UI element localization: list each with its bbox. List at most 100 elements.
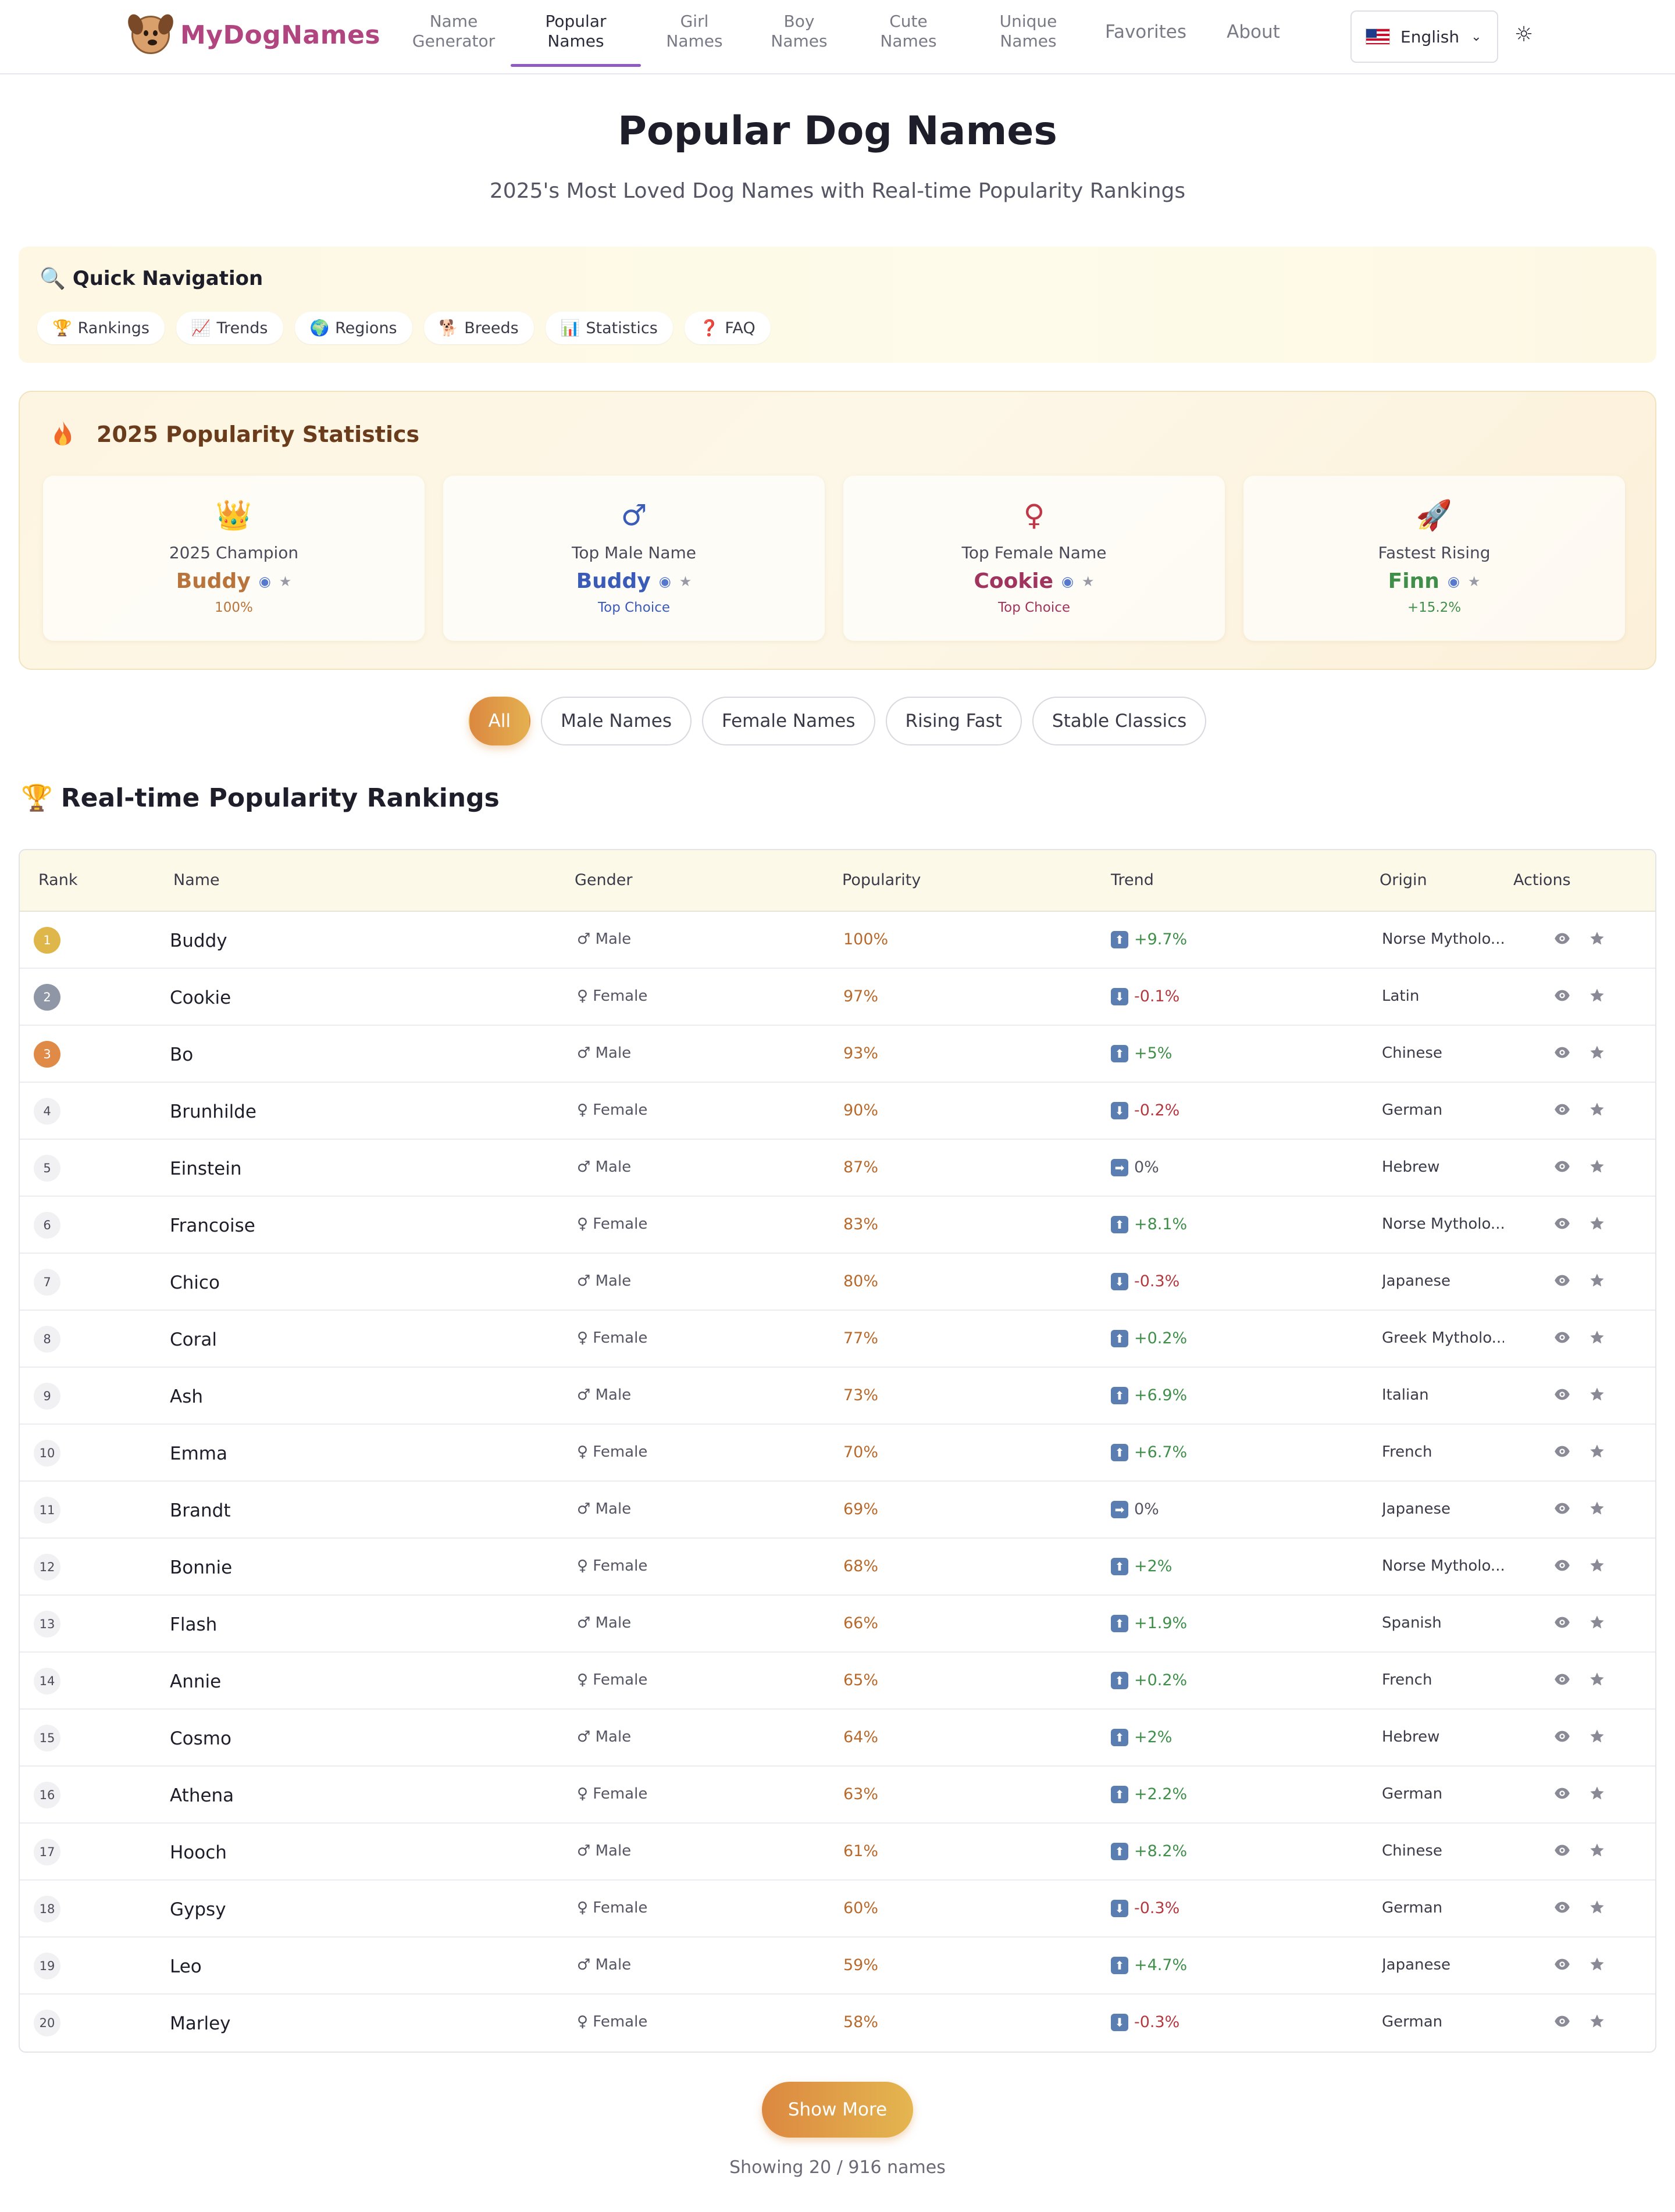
eye-icon[interactable]	[1553, 1043, 1571, 1062]
column-header-rank[interactable]: Rank	[38, 871, 77, 889]
eye-icon[interactable]	[1553, 1442, 1571, 1461]
table-row[interactable]: 8 Coral ♀ Female 77% ⬆ +0.2% Greek Mytholo...	[20, 1311, 1655, 1368]
nav-item-favorites[interactable]: Favorites	[1093, 22, 1198, 42]
eye-icon[interactable]	[1553, 1556, 1571, 1575]
star-icon[interactable]	[1588, 1670, 1606, 1689]
eye-icon[interactable]	[1553, 1955, 1571, 1974]
star-icon[interactable]	[1588, 1157, 1606, 1176]
table-row[interactable]: 17 Hooch ♂ Male 61% ⬆ +8.2% Chinese	[20, 1824, 1655, 1881]
nav-item-girl-names[interactable]: Girl Names	[648, 12, 741, 51]
dog-name[interactable]: Gypsy	[170, 1899, 226, 1920]
filter-male-names[interactable]: Male Names	[541, 697, 692, 745]
dog-name[interactable]: Coral	[170, 1329, 217, 1350]
eye-icon[interactable]	[1553, 1328, 1571, 1347]
language-selector[interactable]: English ⌄	[1350, 10, 1498, 63]
table-row[interactable]: 18 Gypsy ♀ Female 60% ⬇ -0.3% German	[20, 1881, 1655, 1938]
dog-name[interactable]: Buddy	[170, 930, 227, 951]
stat-name[interactable]: Buddy	[576, 569, 651, 593]
dog-name[interactable]: Brunhilde	[170, 1101, 256, 1122]
star-icon[interactable]	[1588, 1841, 1606, 1860]
table-row[interactable]: 19 Leo ♂ Male 59% ⬆ +4.7% Japanese	[20, 1938, 1655, 1995]
nav-item-boy-names[interactable]: Boy Names	[753, 12, 846, 51]
dog-name[interactable]: Cookie	[170, 987, 231, 1008]
eye-icon[interactable]	[1553, 1271, 1571, 1290]
star-icon[interactable]: ★	[279, 573, 292, 590]
filter-rising-fast[interactable]: Rising Fast	[885, 697, 1022, 745]
eye-icon[interactable]: ◉	[259, 573, 271, 590]
nav-item-cute-names[interactable]: Cute Names	[862, 12, 955, 51]
star-icon[interactable]: ★	[679, 573, 692, 590]
star-icon[interactable]	[1588, 1214, 1606, 1233]
chip-breeds[interactable]: 🐕 Breeds	[423, 312, 534, 344]
eye-icon[interactable]: ◉	[659, 573, 671, 590]
eye-icon[interactable]	[1553, 1157, 1571, 1176]
star-icon[interactable]	[1588, 2012, 1606, 2031]
star-icon[interactable]	[1588, 1271, 1606, 1290]
table-row[interactable]: 14 Annie ♀ Female 65% ⬆ +0.2% French	[20, 1653, 1655, 1710]
table-row[interactable]: 2 Cookie ♀ Female 97% ⬇ -0.1% Latin	[20, 969, 1655, 1026]
nav-item-unique-names[interactable]: Unique Names	[982, 12, 1075, 51]
column-header-origin[interactable]: Origin	[1380, 871, 1427, 889]
brand-logo[interactable]: MyDogNames	[125, 12, 380, 54]
dog-name[interactable]: Emma	[170, 1443, 227, 1464]
eye-icon[interactable]	[1553, 986, 1571, 1005]
star-icon[interactable]	[1588, 1955, 1606, 1974]
dog-name[interactable]: Marley	[170, 2013, 231, 2034]
star-icon[interactable]	[1588, 1898, 1606, 1917]
eye-icon[interactable]: ◉	[1448, 573, 1460, 590]
star-icon[interactable]	[1588, 1556, 1606, 1575]
chip-statistics[interactable]: 📊 Statistics	[545, 312, 673, 344]
table-row[interactable]: 3 Bo ♂ Male 93% ⬆ +5% Chinese	[20, 1026, 1655, 1083]
dog-name[interactable]: Hooch	[170, 1842, 227, 1863]
eye-icon[interactable]	[1553, 1841, 1571, 1860]
dog-name[interactable]: Annie	[170, 1671, 221, 1692]
star-icon[interactable]	[1588, 1100, 1606, 1119]
dog-name[interactable]: Francoise	[170, 1215, 255, 1236]
nav-item-name-generator[interactable]: Name Generator	[407, 12, 500, 51]
table-row[interactable]: 10 Emma ♀ Female 70% ⬆ +6.7% French	[20, 1425, 1655, 1482]
eye-icon[interactable]	[1553, 1214, 1571, 1233]
filter-stable-classics[interactable]: Stable Classics	[1032, 697, 1207, 745]
chip-rankings[interactable]: 🏆 Rankings	[37, 312, 165, 344]
eye-icon[interactable]	[1553, 929, 1571, 948]
column-header-popularity[interactable]: Popularity	[842, 871, 921, 889]
stat-name[interactable]: Buddy	[176, 569, 251, 593]
star-icon[interactable]: ★	[1082, 573, 1095, 590]
star-icon[interactable]	[1588, 1784, 1606, 1803]
table-row[interactable]: 7 Chico ♂ Male 80% ⬇ -0.3% Japanese	[20, 1254, 1655, 1311]
eye-icon[interactable]: ◉	[1061, 573, 1074, 590]
table-row[interactable]: 20 Marley ♀ Female 58% ⬇ -0.3% German	[20, 1995, 1655, 2052]
dog-name[interactable]: Athena	[170, 1785, 234, 1806]
dog-name[interactable]: Chico	[170, 1272, 220, 1293]
dog-name[interactable]: Bo	[170, 1044, 193, 1065]
star-icon[interactable]	[1588, 1727, 1606, 1746]
star-icon[interactable]	[1588, 1613, 1606, 1632]
table-row[interactable]: 15 Cosmo ♂ Male 64% ⬆ +2% Hebrew	[20, 1710, 1655, 1767]
show-more-button[interactable]: Show More	[762, 2082, 913, 2138]
eye-icon[interactable]	[1553, 1385, 1571, 1404]
filter-female-names[interactable]: Female Names	[701, 697, 875, 745]
eye-icon[interactable]	[1553, 1499, 1571, 1518]
table-row[interactable]: 13 Flash ♂ Male 66% ⬆ +1.9% Spanish	[20, 1596, 1655, 1653]
dog-name[interactable]: Brandt	[170, 1500, 231, 1521]
dog-name[interactable]: Leo	[170, 1956, 202, 1977]
chip-trends[interactable]: 📈 Trends	[176, 312, 283, 344]
column-header-name[interactable]: Name	[173, 871, 220, 889]
table-row[interactable]: 12 Bonnie ♀ Female 68% ⬆ +2% Norse Mytholo...	[20, 1539, 1655, 1596]
column-header-gender[interactable]: Gender	[575, 871, 633, 889]
chip-regions[interactable]: 🌍 Regions	[294, 312, 412, 344]
star-icon[interactable]	[1588, 1385, 1606, 1404]
theme-toggle-sun-icon[interactable]: ☼	[1512, 23, 1535, 47]
chip-faq[interactable]: ❓ FAQ	[684, 312, 771, 344]
dog-name[interactable]: Ash	[170, 1386, 203, 1407]
star-icon[interactable]	[1588, 986, 1606, 1005]
table-row[interactable]: 1 Buddy ♂ Male 100% ⬆ +9.7% Norse Mytholo...	[20, 912, 1655, 969]
star-icon[interactable]	[1588, 929, 1606, 948]
nav-item-about[interactable]: About	[1210, 22, 1297, 42]
column-header-trend[interactable]: Trend	[1111, 871, 1154, 889]
eye-icon[interactable]	[1553, 1898, 1571, 1917]
eye-icon[interactable]	[1553, 1784, 1571, 1803]
table-row[interactable]: 11 Brandt ♂ Male 69% ➡ 0% Japanese	[20, 1482, 1655, 1539]
table-row[interactable]: 6 Francoise ♀ Female 83% ⬆ +8.1% Norse Mytholo…	[20, 1197, 1655, 1254]
stat-name[interactable]: Finn	[1388, 569, 1439, 593]
